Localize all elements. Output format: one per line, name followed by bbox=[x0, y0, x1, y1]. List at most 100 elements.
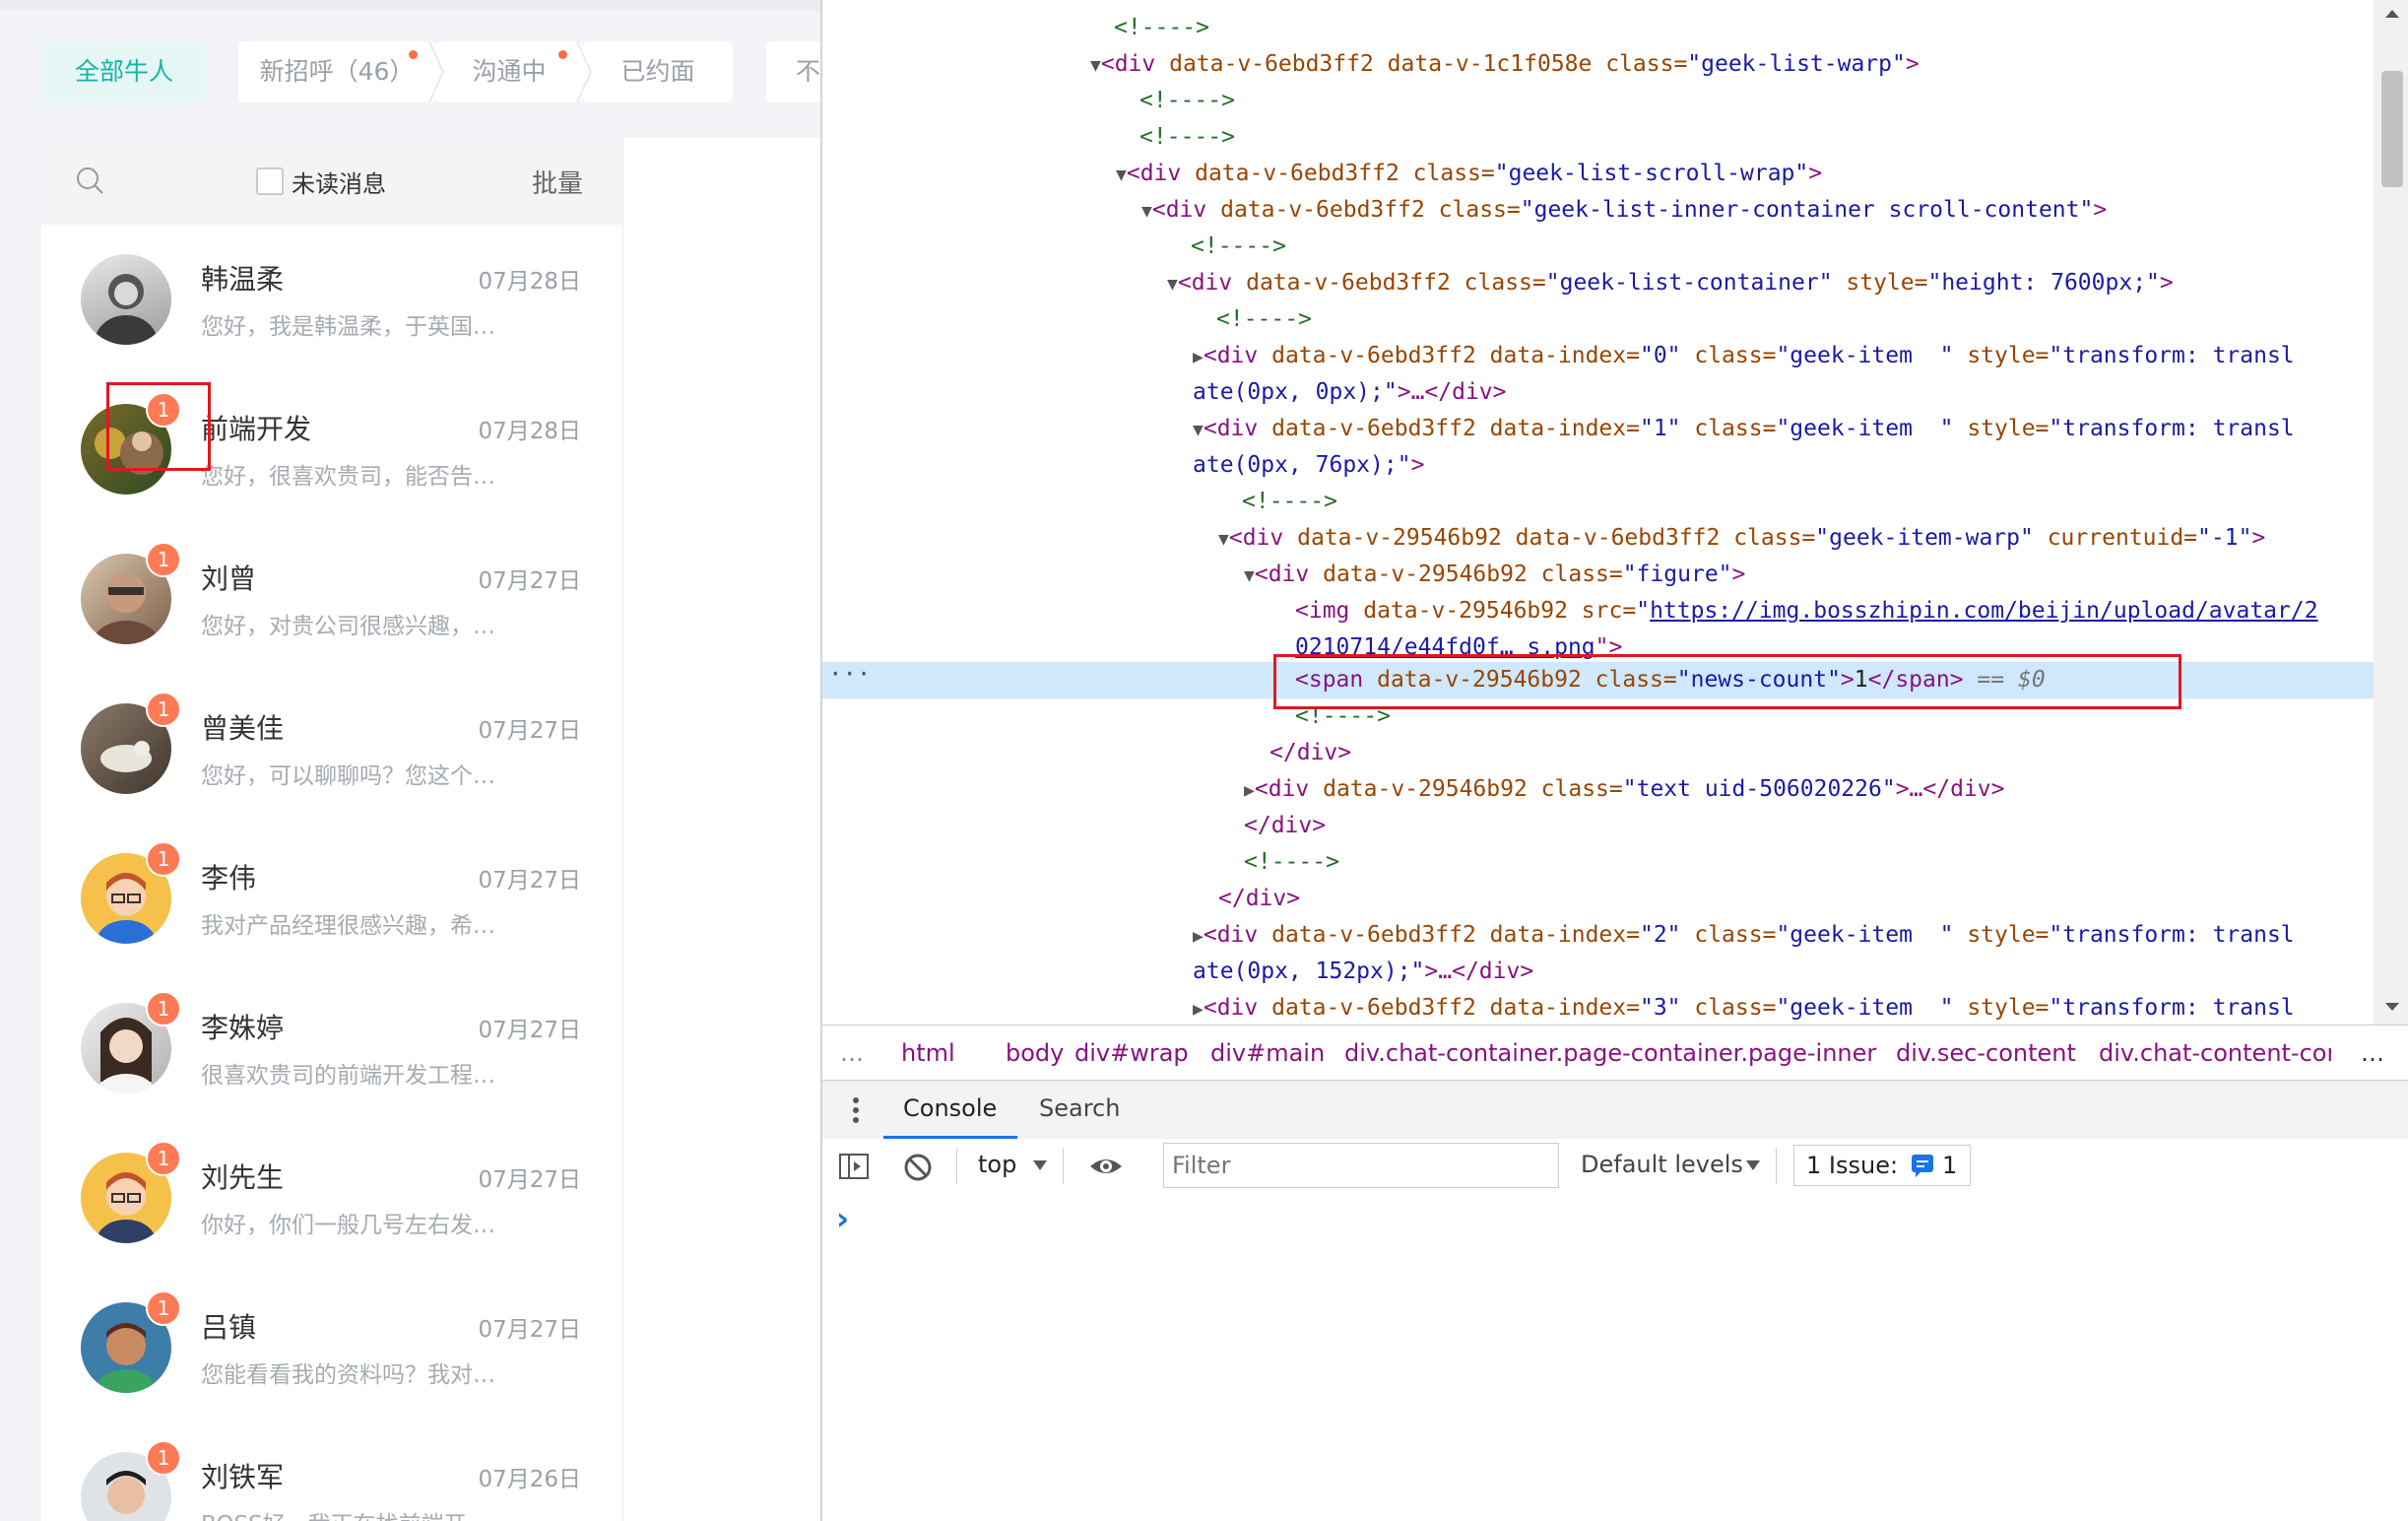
scroll-down-icon[interactable] bbox=[2382, 999, 2402, 1015]
image-src-link[interactable]: https://img.bosszhipin.com/beijin/upload… bbox=[1650, 598, 2318, 624]
tag-open: <div bbox=[1254, 776, 1324, 802]
conversation-list: 未读消息 批量 韩温柔 07月28日 您好，我是韩温柔，于英国… 1 前端开发 … bbox=[41, 138, 622, 1521]
filter-tab-communicating[interactable]: 沟通中 bbox=[435, 41, 583, 102]
code-line[interactable]: ate(0px, 76px);"> bbox=[822, 447, 2408, 484]
attr-name: class= bbox=[1680, 995, 1777, 1021]
batch-button[interactable]: 批量 bbox=[532, 164, 583, 200]
code-line[interactable]: ▼<div data-v-29546b92 data-v-6ebd3ff2 cl… bbox=[822, 520, 2408, 557]
breadcrumb-scroll-left[interactable]: … bbox=[840, 1039, 864, 1067]
tag-close: </div> bbox=[1269, 740, 1352, 765]
expanded-triangle-icon[interactable]: ▼ bbox=[1244, 565, 1255, 586]
code-line[interactable]: ▶<div data-v-29546b92 class="text uid-50… bbox=[822, 771, 2408, 808]
contact-name: 刘曾 bbox=[201, 562, 257, 595]
code-line[interactable]: ▶<div data-v-6ebd3ff2 data-index="0" cla… bbox=[822, 338, 2408, 374]
dropdown-arrow-icon[interactable] bbox=[1744, 1158, 1762, 1172]
code-line[interactable]: </div> bbox=[822, 735, 2408, 771]
attr-value: "-1" bbox=[2197, 525, 2252, 551]
unread-checkbox[interactable] bbox=[256, 167, 284, 195]
code-line[interactable]: ▼<div data-v-29546b92 class="figure"> bbox=[822, 557, 2408, 593]
attr-name: data-v-6ebd3ff2 bbox=[1220, 197, 1439, 223]
filter-tab-more[interactable]: 不 bbox=[766, 41, 820, 102]
conversation-item[interactable]: 1 吕镇 07月27日 您能看看我的资料吗？我对… bbox=[41, 1273, 622, 1422]
code-line[interactable]: <!----> bbox=[822, 229, 2408, 265]
context-selector[interactable]: top bbox=[978, 1151, 1016, 1178]
code-line[interactable]: ate(0px, 0px);">…</div> bbox=[822, 374, 2408, 411]
conversation-item[interactable]: 1 李伟 07月27日 我对产品经理很感兴趣，希… bbox=[41, 824, 622, 973]
tab-console[interactable]: Console bbox=[883, 1081, 1017, 1139]
dropdown-arrow-icon[interactable] bbox=[1031, 1158, 1049, 1172]
code-line[interactable]: ▼<div data-v-6ebd3ff2 class="geek-list-c… bbox=[822, 265, 2408, 301]
code-line[interactable]: <!----> bbox=[822, 83, 2408, 119]
code-line[interactable]: ▶<div data-v-6ebd3ff2 data-index="3" cla… bbox=[822, 990, 2408, 1025]
conversation-item[interactable]: 韩温柔 07月28日 您好，我是韩温柔，于英国… bbox=[41, 225, 622, 374]
breadcrumb-item[interactable]: div.sec-content bbox=[1896, 1039, 2076, 1067]
conversation-item[interactable]: 1 曾美佳 07月27日 您好，可以聊聊吗？您这个… bbox=[41, 674, 622, 824]
breadcrumb-item[interactable]: div#wrap bbox=[1074, 1039, 1189, 1067]
code-line[interactable]: <!----> bbox=[822, 119, 2408, 156]
clear-console-icon[interactable] bbox=[903, 1153, 933, 1182]
attr-name: style= bbox=[1953, 343, 2050, 368]
attr-value: "3" bbox=[1639, 995, 1681, 1021]
expanded-triangle-icon[interactable]: ▼ bbox=[1090, 55, 1101, 76]
code-line[interactable]: <!----> bbox=[822, 301, 2408, 338]
log-levels-dropdown[interactable]: Default levels bbox=[1581, 1151, 1743, 1178]
tag-close: >…</div> bbox=[1397, 379, 1507, 405]
tab-search[interactable]: Search bbox=[1039, 1094, 1120, 1122]
attr-value: "geek-list-scroll-wrap" bbox=[1494, 161, 1809, 186]
code-line[interactable]: <!----> bbox=[822, 10, 2408, 46]
search-icon[interactable] bbox=[75, 165, 106, 197]
annotation-box bbox=[1273, 654, 2181, 709]
more-vertical-icon[interactable] bbox=[852, 1096, 860, 1124]
breadcrumb-item[interactable]: div.chat-content-cont bbox=[2099, 1039, 2331, 1067]
conversation-item[interactable]: 1 刘先生 07月27日 你好，你们一般几号左右发… bbox=[41, 1123, 622, 1273]
code-line[interactable]: ▼<div data-v-6ebd3ff2 data-v-1c1f058e cl… bbox=[822, 46, 2408, 83]
conversation-item[interactable]: 1 刘铁军 07月26日 BOSS好，我正在找前端开… bbox=[41, 1422, 622, 1521]
contact-name: 李伟 bbox=[201, 862, 257, 894]
breadcrumb-item[interactable]: div#main bbox=[1210, 1039, 1325, 1067]
console-output[interactable]: › bbox=[822, 1194, 2408, 1521]
message-preview: 您好，我是韩温柔，于英国… bbox=[201, 314, 495, 340]
conversation-item[interactable]: 1 李姝婷 07月27日 很喜欢贵司的前端开发工程… bbox=[41, 973, 622, 1123]
breadcrumb-item[interactable]: html bbox=[901, 1039, 955, 1067]
code-line[interactable]: ate(0px, 152px);">…</div> bbox=[822, 954, 2408, 990]
collapsed-triangle-icon[interactable]: ▶ bbox=[1193, 926, 1204, 947]
expanded-triangle-icon[interactable]: ▼ bbox=[1116, 165, 1127, 185]
breadcrumb-item[interactable]: div.chat-container.page-container.page-i… bbox=[1344, 1039, 1876, 1067]
sidebar-toggle-icon[interactable] bbox=[838, 1153, 870, 1180]
issues-button[interactable]: 1 Issue: 1 bbox=[1793, 1145, 1971, 1186]
code-line[interactable]: ▼<div data-v-6ebd3ff2 class="geek-list-i… bbox=[822, 192, 2408, 229]
code-line[interactable]: ▼<div data-v-6ebd3ff2 class="geek-list-s… bbox=[822, 156, 2408, 192]
code-line[interactable]: </div> bbox=[822, 881, 2408, 917]
filter-input-box[interactable] bbox=[1163, 1143, 1564, 1188]
collapsed-triangle-icon[interactable]: ▶ bbox=[1193, 347, 1204, 367]
scroll-up-icon[interactable] bbox=[2382, 6, 2402, 22]
code-line[interactable]: ▶<div data-v-6ebd3ff2 data-index="2" cla… bbox=[822, 917, 2408, 954]
code-line[interactable]: <img data-v-29546b92 src="https://img.bo… bbox=[822, 593, 2408, 629]
expanded-triangle-icon[interactable]: ▼ bbox=[1167, 274, 1178, 295]
drawer-tabs: Console Search bbox=[822, 1080, 2408, 1141]
comment-node: <!----> bbox=[1242, 489, 1337, 514]
top-border bbox=[0, 0, 820, 10]
expanded-triangle-icon[interactable]: ▼ bbox=[1193, 420, 1204, 440]
filter-tab-all[interactable]: 全部牛人 bbox=[41, 41, 207, 102]
contact-name: 曾美佳 bbox=[201, 712, 285, 745]
code-line[interactable]: ▼<div data-v-6ebd3ff2 data-index="1" cla… bbox=[822, 411, 2408, 447]
filter-tab-new-greeting[interactable]: 新招呼（46） bbox=[238, 41, 435, 102]
expanded-triangle-icon[interactable]: ▼ bbox=[1218, 529, 1229, 550]
scroll-thumb[interactable] bbox=[2381, 71, 2403, 187]
message-date: 07月27日 bbox=[478, 568, 581, 594]
filter-tab-interviewed[interactable]: 已约面 bbox=[583, 41, 733, 102]
conversation-item[interactable]: 1 刘曾 07月27日 您好，对贵公司很感兴趣，… bbox=[41, 524, 622, 674]
collapsed-triangle-icon[interactable]: ▶ bbox=[1193, 999, 1204, 1020]
filter-input[interactable] bbox=[1164, 1144, 1564, 1187]
code-line[interactable]: <!----> bbox=[822, 844, 2408, 881]
breadcrumb-item[interactable]: body bbox=[1006, 1039, 1064, 1067]
code-line[interactable]: <!----> bbox=[822, 484, 2408, 520]
elements-scrollbar[interactable] bbox=[2374, 0, 2408, 1025]
expanded-triangle-icon[interactable]: ▼ bbox=[1141, 201, 1152, 222]
tag-open: <div bbox=[1203, 995, 1272, 1021]
code-line[interactable]: </div> bbox=[822, 808, 2408, 844]
eye-icon[interactable] bbox=[1088, 1153, 1124, 1180]
breadcrumb-scroll-right[interactable]: … bbox=[2361, 1039, 2384, 1067]
collapsed-triangle-icon[interactable]: ▶ bbox=[1244, 780, 1255, 801]
